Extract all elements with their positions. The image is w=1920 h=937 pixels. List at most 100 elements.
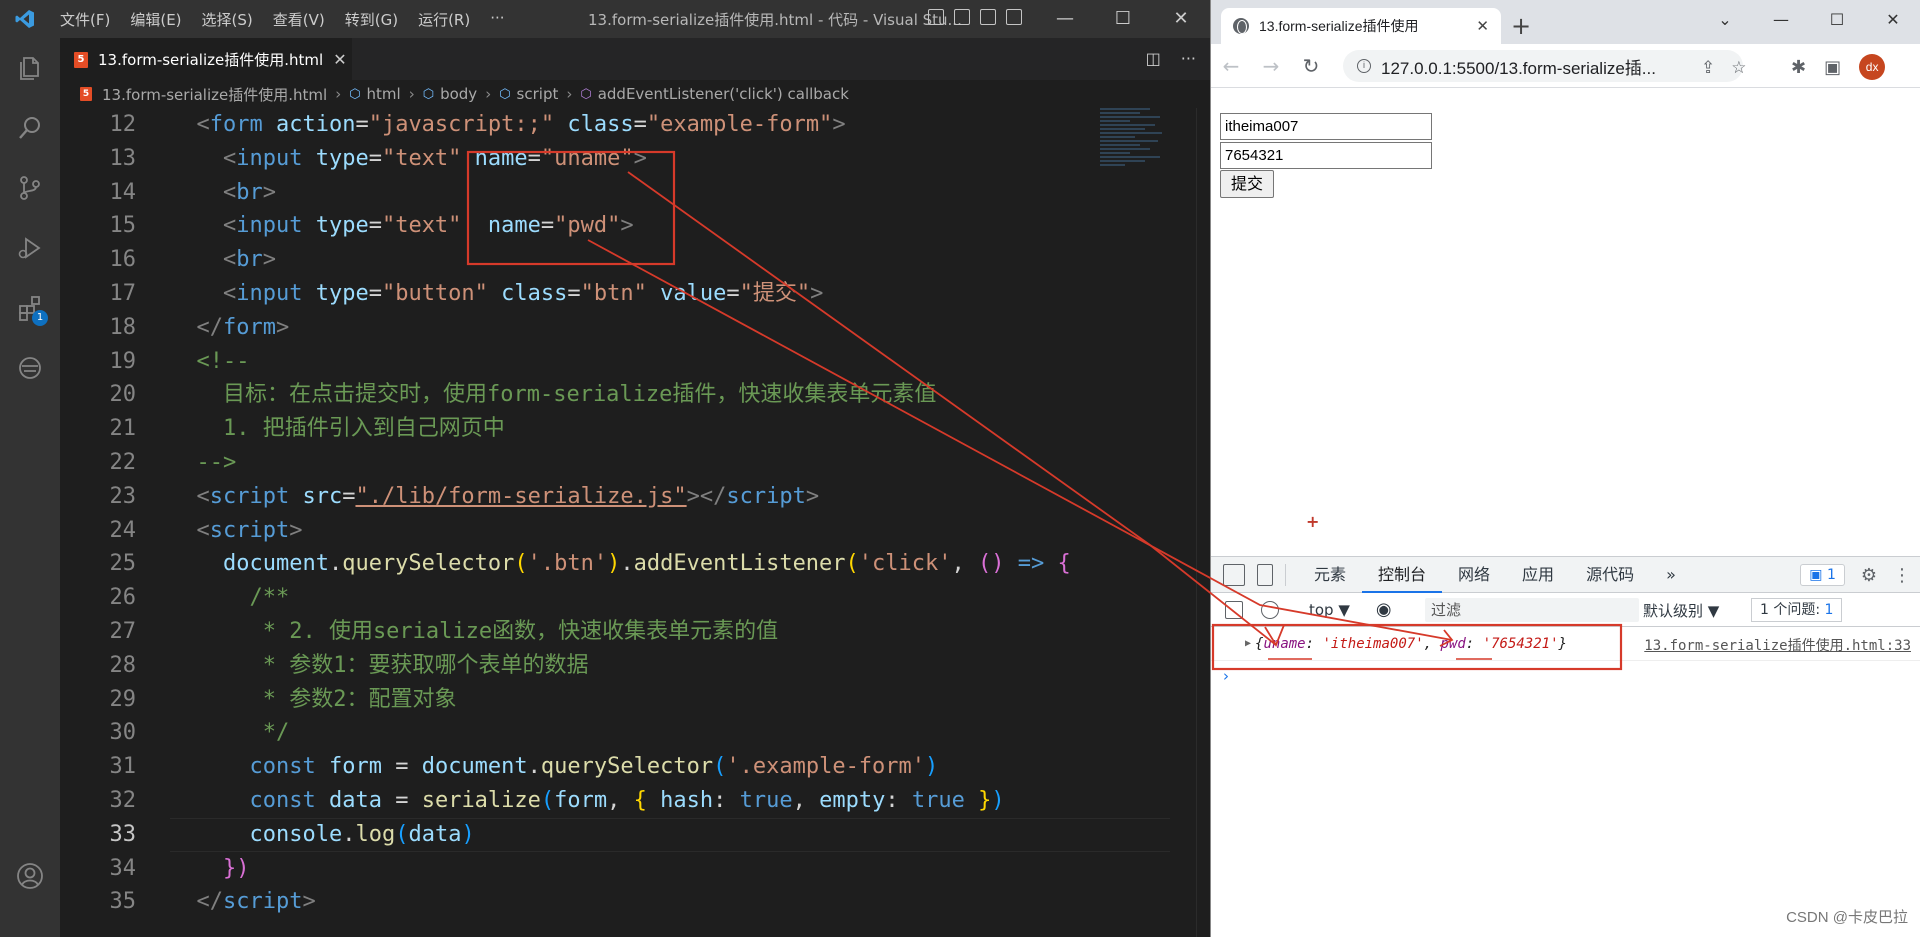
issues-button[interactable]: 1 个问题: 1 <box>1751 598 1843 622</box>
more-actions-icon[interactable]: ··· <box>1181 49 1196 68</box>
tab-close-icon[interactable]: ✕ <box>333 50 346 69</box>
breadcrumb-script[interactable]: script <box>517 85 559 103</box>
breadcrumb-body[interactable]: body <box>440 85 477 103</box>
submit-button[interactable]: 提交 <box>1220 170 1274 198</box>
browser-tab[interactable]: 13.form-serialize插件使用 ✕ <box>1221 8 1501 44</box>
split-editor-icon[interactable]: ◫ <box>1146 49 1161 68</box>
editor-scrollbar[interactable] <box>1196 108 1210 937</box>
console-prompt[interactable]: › <box>1223 667 1920 685</box>
device-toolbar-icon[interactable] <box>1257 563 1273 586</box>
breadcrumb-html[interactable]: html <box>367 85 401 103</box>
tab-search-icon[interactable]: ⌄ <box>1697 0 1753 40</box>
share-icon[interactable]: ⇪ <box>1701 58 1715 78</box>
minimize-icon[interactable]: — <box>1753 0 1809 40</box>
devtools-more-tabs[interactable]: » <box>1650 557 1692 593</box>
menu-run[interactable]: 运行(R) <box>408 9 480 30</box>
code-lines[interactable]: <form action="javascript:;" class="examp… <box>170 108 1071 919</box>
code-line[interactable]: */ <box>170 716 1071 750</box>
code-line[interactable]: }) <box>170 852 1071 886</box>
live-expression-eye-icon[interactable]: ◉ <box>1376 599 1392 620</box>
code-line[interactable]: <input type="text" name="uname"> <box>170 142 1071 176</box>
menu-go[interactable]: 转到(G) <box>335 9 408 30</box>
menu-more[interactable]: ··· <box>480 9 514 30</box>
console-log-row[interactable]: ▶ {uname: 'itheima007', pwd: '7654321'} … <box>1211 627 1920 661</box>
menu-edit[interactable]: 编辑(E) <box>120 9 191 30</box>
reload-icon[interactable]: ↻ <box>1291 54 1331 78</box>
code-line[interactable]: document.querySelector('.btn').addEventL… <box>170 547 1071 581</box>
code-line[interactable]: <script> <box>170 514 1071 548</box>
code-line[interactable]: </form> <box>170 311 1071 345</box>
code-line[interactable]: <input type="button" class="btn" value="… <box>170 277 1071 311</box>
code-line[interactable]: const form = document.querySelector('.ex… <box>170 750 1071 784</box>
close-window-icon[interactable]: ✕ <box>1152 0 1210 38</box>
browser-tab-close-icon[interactable]: ✕ <box>1476 17 1489 35</box>
code-line[interactable]: 目标：在点击提交时，使用form-serialize插件，快速收集表单元素值 <box>170 378 1071 412</box>
side-panel-icon[interactable]: ▣ <box>1824 57 1841 78</box>
minimap[interactable] <box>1100 108 1170 198</box>
inspect-element-icon[interactable] <box>1223 563 1245 586</box>
back-icon[interactable]: ← <box>1211 54 1251 78</box>
bookmark-star-icon[interactable]: ☆ <box>1731 58 1746 78</box>
log-levels-dropdown[interactable]: 默认级别 ▼ <box>1643 600 1719 621</box>
profile-avatar[interactable]: dx <box>1859 54 1886 80</box>
code-line[interactable]: const data = serialize(form, { hash: tru… <box>170 784 1071 818</box>
breadcrumb-callback[interactable]: addEventListener('click') callback <box>598 85 849 103</box>
code-line[interactable]: * 2. 使用serialize函数，快速收集表单元素的值 <box>170 615 1071 649</box>
toggle-secondary-sidebar-icon[interactable] <box>980 9 996 25</box>
code-line[interactable]: <form action="javascript:;" class="examp… <box>170 108 1071 142</box>
editor-tab[interactable]: 5 13.form-serialize插件使用.html ✕ <box>60 38 352 80</box>
log-source-link[interactable]: 13.form-serialize插件使用.html:33 <box>1644 635 1911 655</box>
code-line[interactable]: * 参数1：要获取哪个表单的数据 <box>170 649 1071 683</box>
maximize-icon[interactable]: ☐ <box>1094 0 1152 38</box>
maximize-icon[interactable]: ☐ <box>1809 0 1865 40</box>
run-debug-icon[interactable] <box>0 218 60 278</box>
more-menu-icon[interactable]: ⋮ <box>1893 565 1911 586</box>
code-line[interactable]: <br> <box>170 176 1071 210</box>
code-line[interactable]: <script src="./lib/form-serialize.js"></… <box>170 480 1071 514</box>
minimize-icon[interactable]: — <box>1036 0 1094 38</box>
breadcrumb-file[interactable]: 13.form-serialize插件使用.html <box>102 84 327 105</box>
search-icon[interactable] <box>0 98 60 158</box>
settings-gear-icon[interactable]: ⚙ <box>1861 565 1877 586</box>
extensions-icon[interactable]: 1 <box>0 278 60 338</box>
context-selector[interactable]: top ▼ <box>1309 601 1350 619</box>
toggle-sidebar-icon[interactable] <box>928 9 944 25</box>
devtools-tab-application[interactable]: 应用 <box>1506 557 1570 593</box>
site-info-icon[interactable]: i <box>1357 59 1371 73</box>
messages-badge[interactable]: ▣ 1 <box>1800 564 1845 586</box>
remote-explorer-icon[interactable] <box>0 338 60 398</box>
pwd-input[interactable] <box>1220 142 1432 169</box>
devtools-tab-console[interactable]: 控制台 <box>1362 557 1443 593</box>
new-tab-button[interactable]: + <box>1511 12 1531 40</box>
devtools-tab-network[interactable]: 网络 <box>1442 557 1506 593</box>
devtools-tab-sources[interactable]: 源代码 <box>1570 557 1650 593</box>
code-line[interactable]: <br> <box>170 243 1071 277</box>
code-line[interactable]: 1. 把插件引入到自己网页中 <box>170 412 1071 446</box>
code-editor[interactable]: 12 13 14 15 16 17 18 19 20 21 22 23 24 2… <box>60 108 1210 937</box>
clear-console-icon[interactable] <box>1261 600 1279 619</box>
menu-file[interactable]: 文件(F) <box>50 9 120 30</box>
uname-input[interactable] <box>1220 113 1432 140</box>
code-line[interactable]: --> <box>170 446 1071 480</box>
devtools-tab-elements[interactable]: 元素 <box>1298 557 1362 593</box>
code-line[interactable]: <!-- <box>170 345 1071 379</box>
code-line[interactable]: </script> <box>170 885 1071 919</box>
logged-object[interactable]: {uname: 'itheima007', pwd: '7654321'} <box>1255 636 1567 652</box>
menu-view[interactable]: 查看(V) <box>263 9 335 30</box>
close-window-icon[interactable]: ✕ <box>1865 0 1920 40</box>
account-icon[interactable] <box>0 846 60 906</box>
toggle-panel-icon[interactable] <box>954 9 970 25</box>
extensions-puzzle-icon[interactable]: ✱ <box>1791 57 1806 78</box>
expand-triangle-icon[interactable]: ▶ <box>1245 638 1251 649</box>
code-line[interactable]: <input type="text" name="pwd"> <box>170 209 1071 243</box>
menu-selection[interactable]: 选择(S) <box>192 9 263 30</box>
code-line[interactable]: console.log(data) <box>170 818 1071 852</box>
forward-icon[interactable]: → <box>1251 54 1291 78</box>
console-filter-input[interactable]: 过滤 <box>1425 598 1639 622</box>
customize-layout-icon[interactable] <box>1006 9 1022 25</box>
sidebar-toggle-icon[interactable] <box>1225 600 1243 619</box>
explorer-icon[interactable] <box>0 38 60 98</box>
source-control-icon[interactable] <box>0 158 60 218</box>
code-line[interactable]: * 参数2：配置对象 <box>170 683 1071 717</box>
code-line[interactable]: /** <box>170 581 1071 615</box>
